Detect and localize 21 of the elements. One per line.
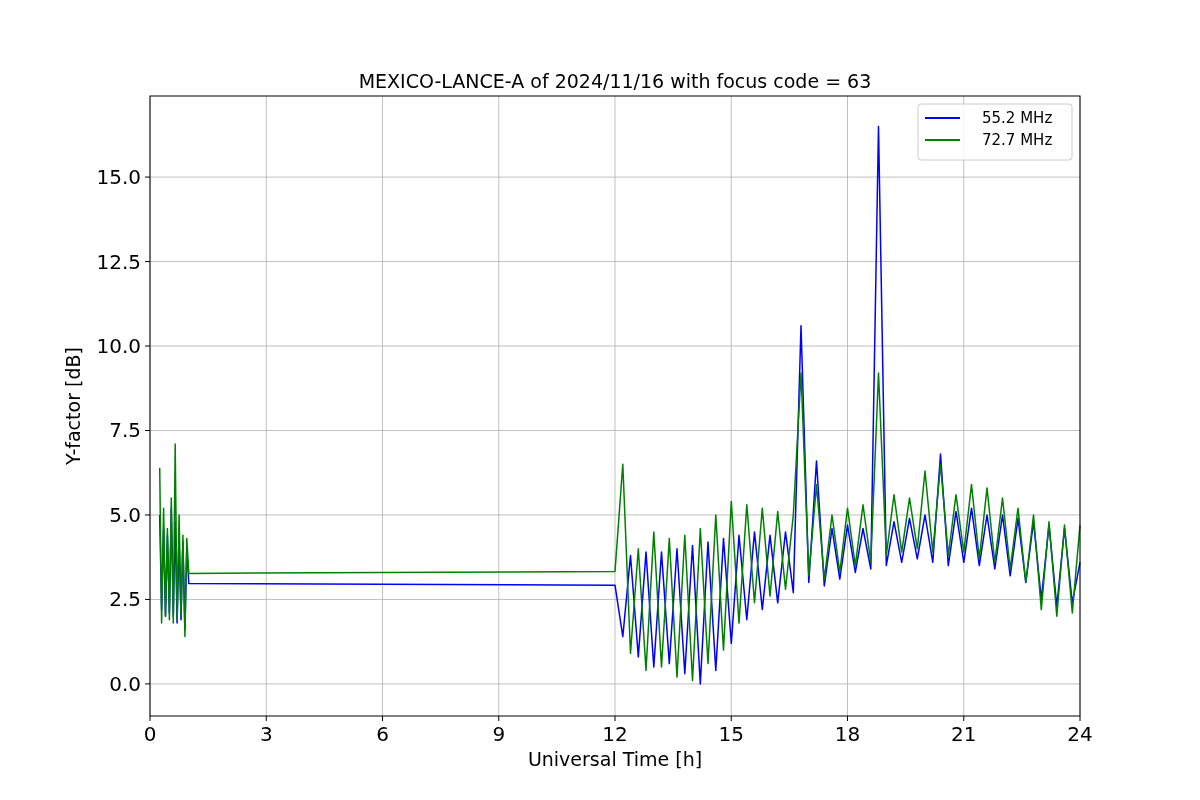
tick-label: 3 bbox=[259, 722, 273, 746]
tick-label: 15 bbox=[718, 722, 744, 746]
tick-label: 24 bbox=[1067, 722, 1093, 746]
legend-label: 55.2 MHz bbox=[982, 109, 1053, 127]
tick-label: 5.0 bbox=[109, 502, 141, 527]
tick-label: 12 bbox=[602, 722, 628, 746]
legend-label: 72.7 MHz bbox=[982, 131, 1053, 149]
tick-label: 0 bbox=[143, 722, 157, 746]
tick-label: 18 bbox=[834, 722, 861, 746]
tick-label: 15.0 bbox=[96, 165, 141, 190]
tick-label: 7.5 bbox=[109, 418, 141, 443]
tick-label: 9 bbox=[492, 722, 506, 746]
tick-label: 2.5 bbox=[109, 587, 141, 612]
tick-label: 6 bbox=[376, 722, 389, 746]
y-axis-label: Y-factor [dB] bbox=[62, 347, 84, 465]
tick-label: 0.0 bbox=[109, 671, 141, 696]
x-axis-label: Universal Time [h] bbox=[527, 748, 703, 770]
chart-title: MEXICO-LANCE-A of 2024/11/16 with focus code = 63 bbox=[358, 70, 872, 92]
tick-label: 10.0 bbox=[96, 334, 141, 359]
tick-label: 21 bbox=[951, 722, 977, 746]
tick-label: 12.5 bbox=[96, 249, 141, 274]
